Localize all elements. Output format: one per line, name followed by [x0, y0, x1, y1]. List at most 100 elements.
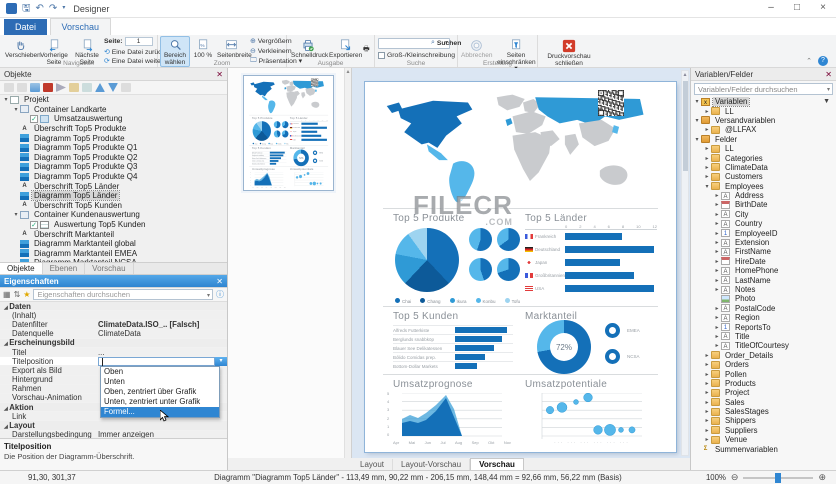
verschieben-button[interactable]: Verschieben — [4, 36, 41, 61]
tree-expander-icon[interactable]: ▸ — [703, 155, 711, 162]
object-tree-item[interactable]: Diagramm Top5 Produkte Q4 — [0, 172, 227, 182]
tree-expander-icon[interactable]: ▸ — [713, 286, 721, 293]
variable-tree-item[interactable]: ▸ Shippers — [691, 416, 836, 425]
qat-customize-icon[interactable]: ▾ — [62, 3, 65, 14]
tree-expander-icon[interactable]: ▸ — [713, 239, 721, 246]
tree-expander-icon[interactable]: ▸ — [713, 324, 721, 331]
variable-tree-item[interactable]: Σ Summenvariablen — [691, 444, 836, 453]
zoom-in-control-icon[interactable]: ⊕ — [818, 472, 826, 483]
variable-tree-item[interactable]: ▸ A Title — [691, 332, 836, 341]
tab-vorschau-panel[interactable]: Vorschau — [85, 263, 134, 274]
dropdown-option[interactable]: Unten — [101, 377, 219, 387]
preview-scrollbar[interactable]: ▴ — [681, 70, 689, 456]
seite-spinner[interactable]: 1 — [124, 37, 153, 46]
dropdown-option[interactable]: Oben — [101, 367, 219, 377]
variable-tree-item[interactable]: ▸ BirthDate — [691, 200, 836, 209]
group-icon[interactable] — [121, 83, 131, 92]
property-value[interactable]: ClimateData — [98, 329, 227, 338]
variable-tree-item[interactable]: ▸ SalesStages — [691, 407, 836, 416]
tree-expander-icon[interactable]: ▸ — [703, 145, 711, 152]
variable-tree-item[interactable]: ▸ Suppliers — [691, 426, 836, 435]
tab-vorschau[interactable]: Vorschau — [49, 18, 112, 35]
variable-tree-item[interactable]: ▸ 1 EmployeeID — [691, 228, 836, 238]
undo-icon[interactable]: ↶ — [36, 3, 44, 14]
pie-quarter-q4[interactable] — [281, 130, 289, 138]
tree-expander-icon[interactable]: ▾ — [693, 98, 701, 105]
tree-expander-icon[interactable]: ▸ — [713, 230, 721, 237]
collapse-ribbon-icon[interactable]: ⌃ — [806, 57, 812, 65]
pie-quarter-q2[interactable] — [497, 228, 520, 251]
thumbnail-scrollbar[interactable]: ▴ — [344, 68, 351, 458]
checkbox-icon[interactable]: ✓ — [30, 220, 38, 229]
pie-quarter-q3[interactable] — [469, 258, 492, 281]
variable-tree-item[interactable]: ▸ HireDate — [691, 257, 836, 266]
variable-tree-item[interactable]: ▾ x Variablen ▼ — [691, 97, 836, 108]
tree-expander-icon[interactable]: ▸ — [713, 248, 721, 255]
pie-quarter-q4[interactable] — [497, 258, 520, 281]
chart-top5-laender[interactable]: 0 2 4 6 8 10 12 Frankreich Deutschland Japan Großb… — [525, 224, 657, 295]
pie-quarter-q3[interactable] — [273, 130, 281, 138]
maximize-button[interactable]: □ — [784, 0, 810, 17]
tree-expander-icon[interactable]: ▸ — [713, 342, 721, 349]
paste-icon[interactable] — [17, 83, 27, 92]
close-variables-panel-icon[interactable]: ✕ — [825, 70, 832, 79]
tree-expander-icon[interactable]: ▸ — [703, 361, 711, 368]
variable-tree-item[interactable]: ▸ A Notes — [691, 285, 836, 294]
object-tree-item[interactable]: ▾ Projekt — [0, 95, 227, 105]
move-up-icon[interactable] — [95, 83, 105, 92]
eine-datei-zurueck-button[interactable]: ⟲ Eine Datei zurück — [104, 48, 165, 57]
abbrechen-button[interactable]: Abbrechen — [460, 36, 492, 61]
exportieren-button[interactable]: Exportieren — [328, 36, 362, 61]
close-button[interactable]: × — [810, 0, 836, 17]
small-ring[interactable] — [312, 150, 318, 156]
tree-expander-icon[interactable]: ▾ — [693, 136, 701, 143]
tree-expander-icon[interactable]: ▾ — [12, 211, 20, 218]
tree-expander-icon[interactable]: ▸ — [703, 436, 711, 443]
variable-tree-item[interactable]: ▸ Pollen — [691, 369, 836, 379]
variable-tree-item[interactable]: ▸ 1 ReportsTo — [691, 322, 836, 332]
table-icon[interactable] — [30, 83, 40, 92]
object-tree-item[interactable]: A Überschrift Top5 Länder — [0, 181, 227, 191]
tree-expander-icon[interactable]: ▸ — [703, 371, 711, 378]
tree-expander-icon[interactable]: ▸ — [703, 389, 711, 396]
tree-expander-icon[interactable]: ▸ — [713, 192, 721, 199]
object-tree-item[interactable]: A Überschrift Marktanteil — [0, 229, 227, 239]
tree-expander-icon[interactable]: ▸ — [703, 173, 711, 180]
object-tree-item[interactable]: ✓ Auswertung Top5 Kunden — [0, 220, 227, 230]
tab-ebenen[interactable]: Ebenen — [43, 263, 86, 274]
info-icon[interactable]: ⓘ — [216, 289, 224, 300]
clipboard-icon[interactable] — [82, 83, 92, 92]
tree-expander-icon[interactable]: ▾ — [12, 106, 20, 113]
redo-icon[interactable]: ↷ — [49, 3, 57, 14]
tree-expander-icon[interactable]: ▸ — [703, 108, 711, 115]
tree-expander-icon[interactable]: ▸ — [713, 267, 721, 274]
chart-top5-kunden[interactable]: Alfreds Futterkiste Berglunds snabbköp Bla… — [393, 325, 513, 370]
variable-tree-item[interactable]: ▸ A FirstName — [691, 247, 836, 256]
page-thumbnail[interactable]: Top 5 Produkte Top 5 Länder Chai Chang Ikura… — [243, 75, 334, 191]
variable-tree-item[interactable]: ▸ Products — [691, 379, 836, 388]
tree-expander-icon[interactable]: ▸ — [713, 220, 721, 227]
dropdown-option[interactable]: Oben, zentriert über Grafik — [101, 387, 219, 397]
help-icon[interactable]: ? — [818, 56, 828, 66]
variable-tree-item[interactable]: ▸ Venue — [691, 435, 836, 444]
zoom-slider[interactable] — [743, 472, 814, 483]
filter-icon[interactable]: ▼ — [823, 98, 830, 105]
case-checkbox[interactable]: Groß-/Kleinschreibung — [378, 52, 455, 59]
tab-objekte[interactable]: Objekte — [0, 263, 43, 274]
app-icon[interactable] — [6, 3, 17, 14]
copy-icon[interactable] — [4, 83, 14, 92]
chart-umsatzpotentiale[interactable] — [290, 172, 327, 187]
tab-datei[interactable]: Datei — [4, 19, 48, 36]
tree-expander-icon[interactable]: ▸ — [713, 305, 721, 312]
variable-tree-item[interactable]: ▸ A HomePhone — [691, 266, 836, 275]
variable-tree-item[interactable]: ▸ A PostalCode — [691, 304, 836, 313]
object-tree-item[interactable]: Diagramm Marktanteil NCSA — [0, 258, 227, 262]
variable-tree-item[interactable]: ▾ Versandvariablen — [691, 116, 836, 125]
tree-expander-icon[interactable]: ▸ — [703, 408, 711, 415]
variable-tree-item[interactable]: ▸ Project — [691, 388, 836, 397]
properties-search-input[interactable]: Eigenschaften durchsuchen — [33, 289, 213, 301]
tree-expander-icon[interactable]: ▸ — [703, 126, 711, 133]
dropdown-button[interactable]: ▾ — [215, 356, 227, 366]
tree-expander-icon[interactable]: ▾ — [2, 96, 10, 103]
object-tree-item[interactable]: Diagramm Top5 Produkte Q2 — [0, 153, 227, 163]
